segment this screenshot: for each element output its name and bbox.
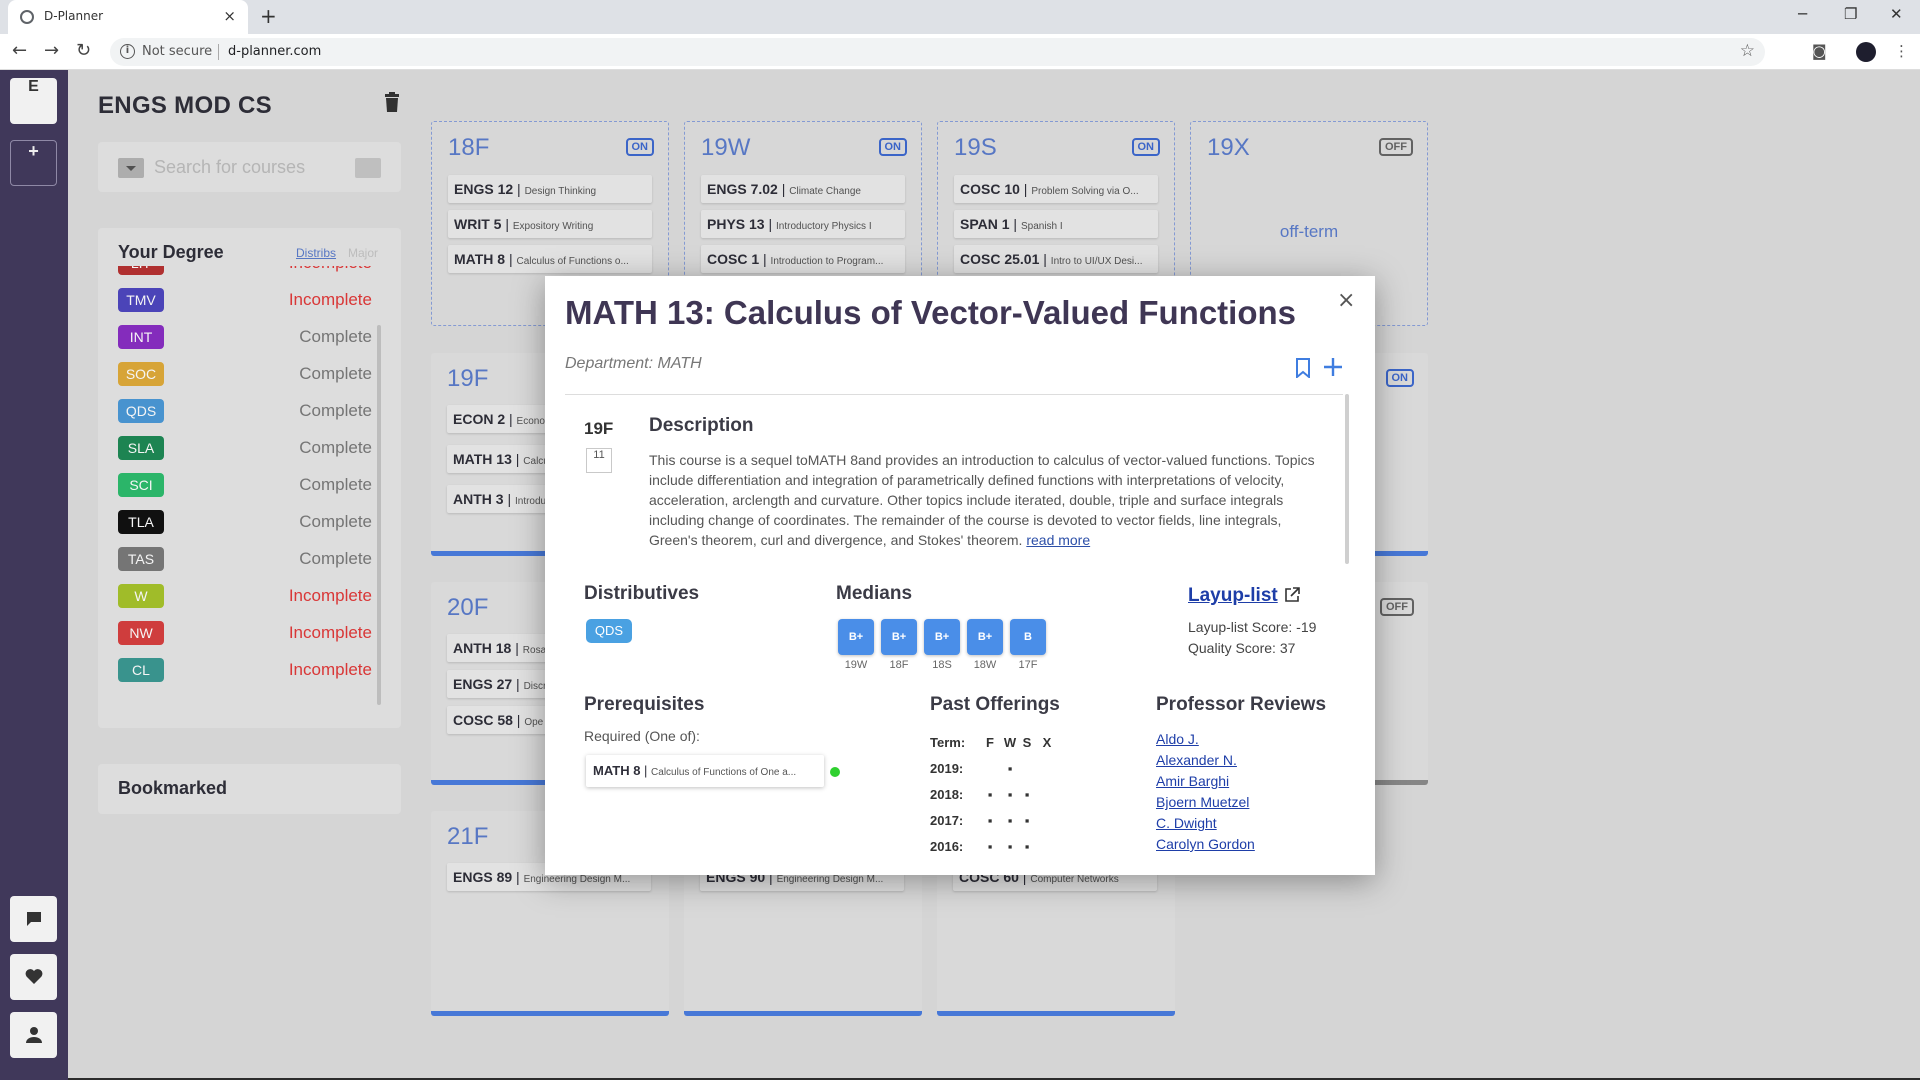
course-department: Department: MATH [565,355,702,372]
professor-link[interactable]: Carolyn Gordon [1156,836,1255,852]
professor-link[interactable]: Bjoern Muetzel [1156,794,1249,810]
browser-tab-strip: D-Planner × + ─ ❐ ✕ [0,0,1920,34]
address-separator [218,44,219,60]
add-plan-button[interactable]: + [10,140,57,186]
offering-mark: ▪ [1024,813,1030,828]
window-close-icon[interactable]: ✕ [1890,5,1903,23]
median-grade: B+ [881,619,917,655]
distrib-badge: QDS [586,619,632,643]
offerings-header-col: X [1042,735,1052,750]
professor-link[interactable]: C. Dwight [1156,815,1217,831]
offering-mark: ▪ [987,787,993,802]
offering-mark: ▪ [987,839,993,854]
past-offerings-heading: Past Offerings [930,694,1060,715]
restore-icon[interactable]: ❐ [1844,5,1857,23]
add-icon[interactable] [1322,356,1344,378]
offering-mark: ▪ [987,813,993,828]
info-icon[interactable]: i [120,44,135,59]
offering-mark: ▪ [1024,787,1030,802]
offerings-header-term: Term: [930,735,966,750]
offerings-header-col: S [1022,735,1032,750]
close-icon[interactable]: × [1337,288,1355,313]
address-bar[interactable]: i Not secure d-planner.com ☆ [110,38,1765,66]
course-modal: × MATH 13: Calculus of Vector-Valued Fun… [545,276,1375,875]
professor-link[interactable]: Amir Barghi [1156,773,1229,789]
url-text[interactable]: d-planner.com [228,44,321,59]
professor-link[interactable]: Alexander N. [1156,752,1237,768]
new-tab-button[interactable]: + [260,4,277,28]
description-heading: Description [649,415,754,436]
feedback-button[interactable] [10,896,57,942]
medians-heading: Medians [836,583,913,604]
offering-mark: ▪ [1007,839,1013,854]
term-count-box: 11 [586,448,612,473]
median-term: 19W [844,659,868,671]
browser-toolbar: ← → ↻ i Not secure d-planner.com ☆ ◙ ⋮ [0,34,1920,70]
browser-tab[interactable]: D-Planner × [8,0,248,34]
browser-tab-title: D-Planner [44,9,104,23]
forward-arrow-icon[interactable]: → [44,40,59,61]
modal-body: 19F 11 Description This course is a sequ… [545,395,1345,875]
person-icon [25,1027,42,1043]
median-term: 18S [932,659,952,671]
distributives-heading: Distributives [584,583,700,604]
offering-year: 2017: [930,813,964,828]
median-grade: B [1010,619,1046,655]
offerings-header-col: W [1003,735,1017,750]
layup-list-link[interactable]: Layup-list [1188,585,1278,607]
security-status: Not secure [142,44,213,59]
offering-mark: ▪ [1007,761,1013,776]
favorites-button[interactable] [10,954,57,1000]
plan-button[interactable]: E [10,78,57,124]
description-text: This course is a sequel toMATH 8and prov… [649,452,1315,548]
external-link-icon[interactable] [1284,587,1300,603]
camera-icon[interactable]: ◙ [1812,42,1827,60]
globe-icon [20,10,34,24]
reload-icon[interactable]: ↻ [76,40,91,61]
prerequisites-heading: Prerequisites [584,694,705,715]
professor-reviews-heading: Professor Reviews [1156,694,1327,715]
professor-link[interactable]: Aldo J. [1156,731,1199,747]
median-term: 18F [889,659,909,671]
median-grade: B+ [924,619,960,655]
prerequisite-requirement: Required (One of): [584,728,700,744]
prerequisite-course-card[interactable]: MATH 8 | Calculus of Functions of One a.… [586,755,824,787]
layup-score: Layup-list Score: -19 [1188,619,1317,635]
offering-mark: ▪ [1024,839,1030,854]
chat-icon [26,912,41,926]
offering-year: 2019: [930,761,964,776]
bookmark-star-icon[interactable]: ☆ [1740,41,1755,61]
quality-score: Quality Score: 37 [1188,640,1296,656]
read-more-link[interactable]: read more [1026,532,1090,548]
offerings-header-col: F [986,735,994,750]
profile-avatar[interactable] [1856,42,1876,62]
offering-year: 2018: [930,787,964,802]
median-term: 18W [973,659,997,671]
offering-mark: ▪ [1007,813,1013,828]
prerequisite-satisfied-indicator [830,767,840,777]
offered-term: 19F [584,419,614,438]
bookmark-icon[interactable] [1295,358,1311,378]
offering-mark: ▪ [1007,787,1013,802]
offering-year: 2016: [930,839,964,854]
modal-scrollbar[interactable] [1345,394,1349,844]
heart-icon [25,969,42,984]
course-title: MATH 13: Calculus of Vector-Valued Funct… [565,294,1296,331]
median-term: 17F [1018,659,1038,671]
median-grade: B+ [838,619,874,655]
minimize-icon[interactable]: ─ [1798,5,1807,23]
menu-dots-icon[interactable]: ⋮ [1894,42,1909,60]
back-arrow-icon[interactable]: ← [12,40,27,61]
close-tab-icon[interactable]: × [223,7,236,25]
left-rail: E + [0,70,68,1080]
account-button[interactable] [10,1012,57,1058]
median-grade: B+ [967,619,1003,655]
